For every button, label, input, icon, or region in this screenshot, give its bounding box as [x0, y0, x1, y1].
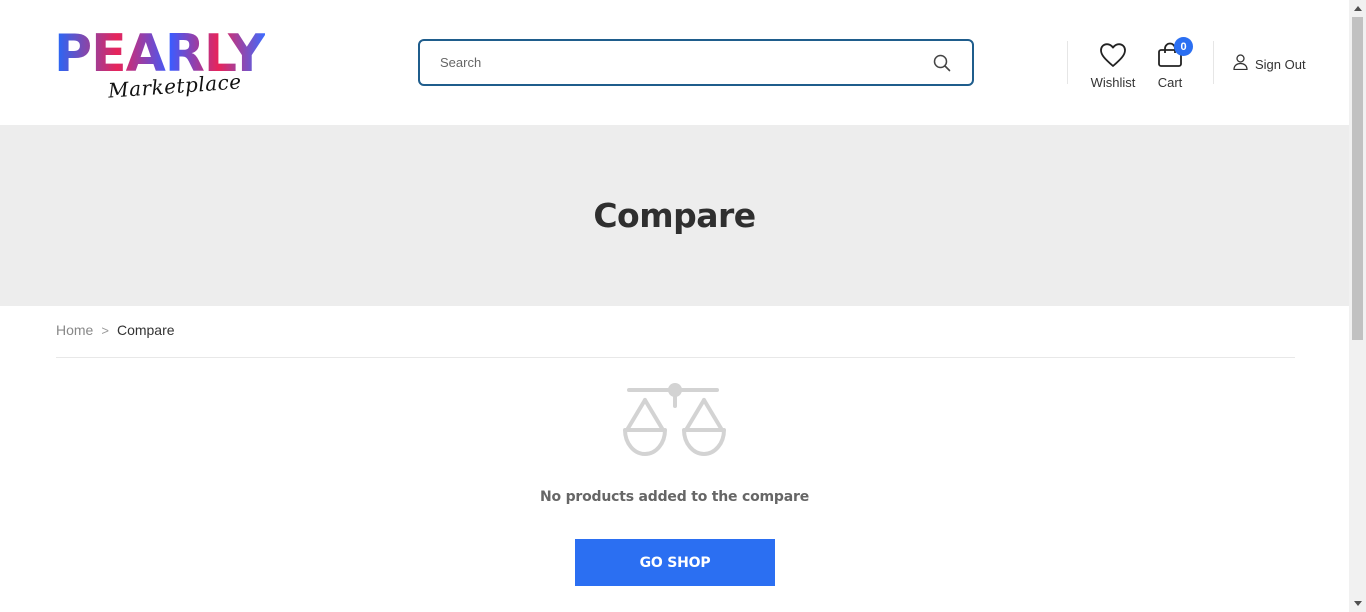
wishlist-label: Wishlist [1090, 75, 1136, 90]
cart-label: Cart [1157, 75, 1183, 90]
breadcrumb: Home > Compare [56, 322, 175, 338]
breadcrumb-home-link[interactable]: Home [56, 322, 93, 338]
breadcrumb-separator: > [101, 322, 109, 338]
go-shop-button[interactable]: GO SHOP [575, 539, 775, 586]
empty-compare-message: No products added to the compare [539, 489, 809, 505]
wishlist-button[interactable]: Wishlist [1090, 42, 1136, 90]
site-header: PEARLY Marketplace Wishlist 0 Cart Sign … [0, 0, 1349, 125]
breadcrumb-current: Compare [116, 322, 175, 338]
cart-count-badge: 0 [1174, 37, 1193, 56]
heart-icon [1099, 42, 1127, 73]
search-bar [418, 39, 974, 86]
search-input[interactable] [440, 55, 932, 70]
sign-out-label: Sign Out [1255, 57, 1306, 72]
scroll-up-arrow-icon[interactable] [1349, 0, 1366, 17]
page-banner: Compare [0, 125, 1349, 306]
scrollbar-thumb[interactable] [1352, 17, 1363, 340]
scroll-down-arrow-icon[interactable] [1349, 595, 1366, 612]
header-divider [1213, 41, 1214, 84]
sign-out-button[interactable]: Sign Out [1233, 54, 1306, 75]
search-icon[interactable] [932, 53, 952, 73]
header-divider [1067, 41, 1068, 84]
user-icon [1233, 54, 1248, 75]
pearly-logo[interactable]: PEARLY Marketplace [54, 26, 289, 108]
cart-button[interactable]: 0 Cart [1152, 37, 1193, 90]
page-title: Compare [593, 196, 756, 235]
page-scrollbar[interactable] [1349, 0, 1366, 612]
content-divider [56, 357, 1295, 358]
balance-scale-icon [622, 382, 728, 460]
